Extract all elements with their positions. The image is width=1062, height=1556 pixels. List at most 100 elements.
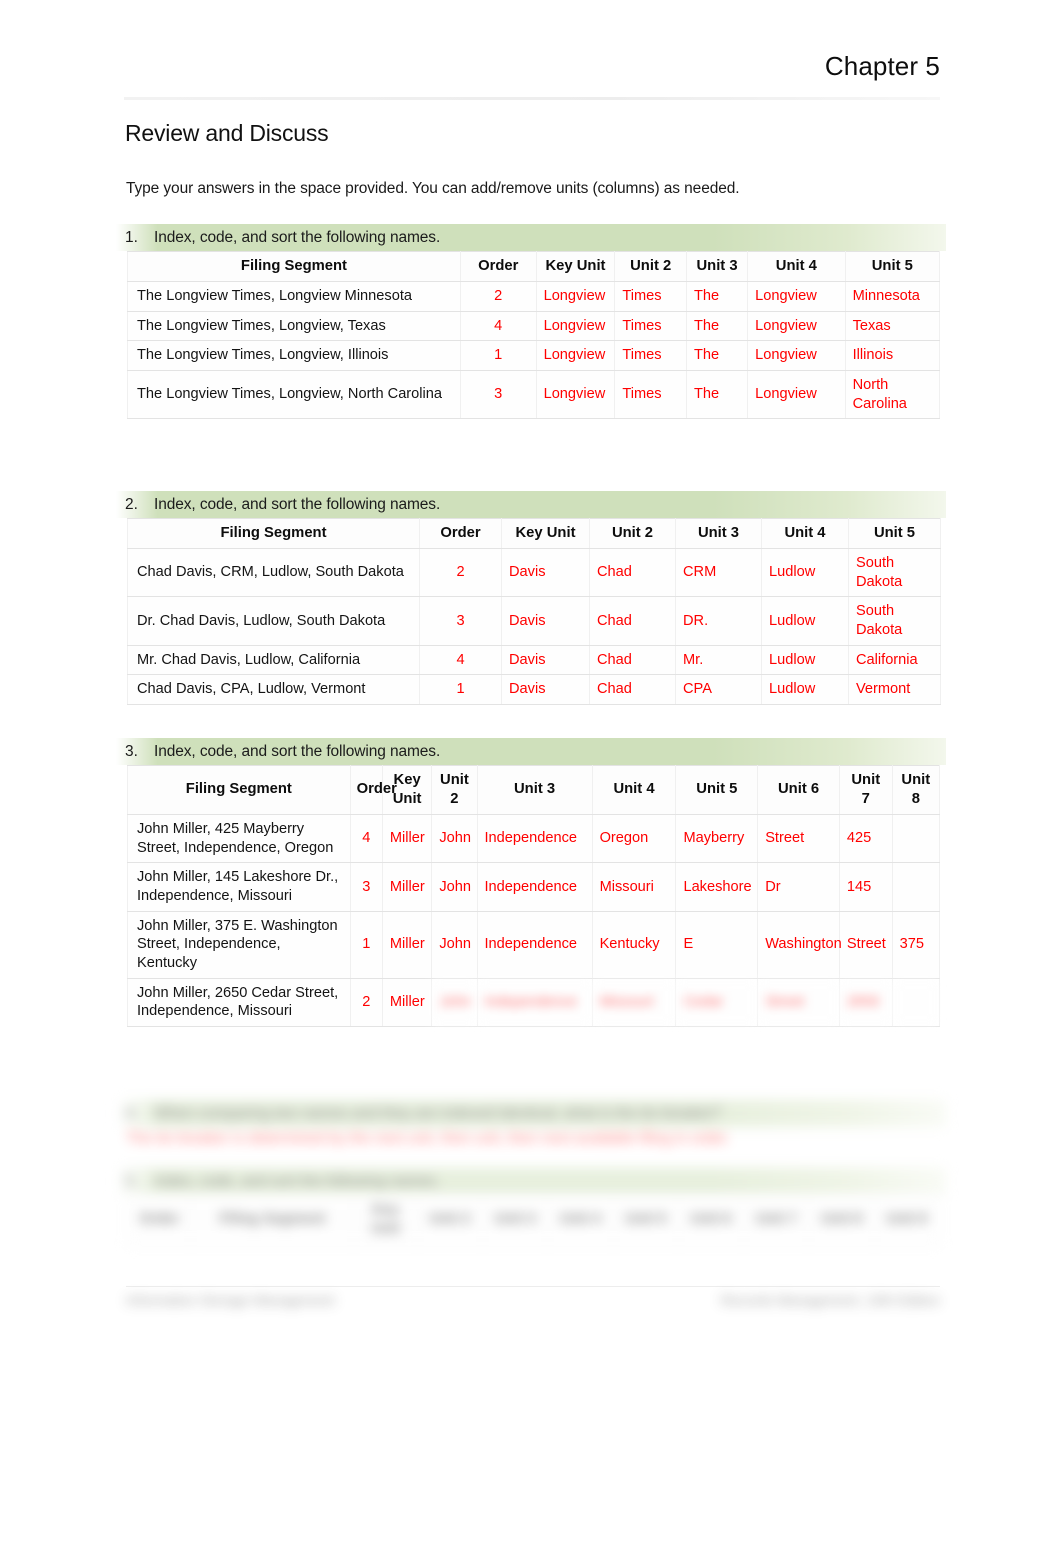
cell-order[interactable]: 3 — [459, 369, 537, 420]
cell-unit-4[interactable]: Ludlow — [761, 596, 849, 646]
cell-unit-5[interactable]: Minnesota — [844, 280, 941, 312]
cell-unit-2[interactable]: Times — [614, 310, 687, 342]
cell-unit-7[interactable]: 2650 — [838, 977, 893, 1027]
cell-unit-3[interactable]: Independence — [476, 862, 593, 912]
cell-order[interactable]: 1 — [349, 910, 383, 979]
cell-unit-7[interactable]: Street — [838, 910, 893, 979]
cell-key-unit[interactable]: Longview — [535, 340, 616, 371]
cell-key-unit[interactable]: Miller — [381, 910, 433, 979]
question-banner-1: 1. Index, code, and sort the following n… — [116, 224, 946, 251]
cell-unit-2[interactable]: Chad — [589, 644, 676, 676]
cell-unit-8[interactable]: 375 — [891, 910, 941, 979]
question-banner-2: 2. Index, code, and sort the following n… — [116, 491, 946, 518]
indexing-table-2: Filing Segment Order Key Unit Unit 2 Uni… — [127, 518, 941, 705]
question-prompt-1: Index, code, and sort the following name… — [154, 228, 441, 246]
cell-unit-5[interactable]: Lakeshore — [675, 862, 759, 912]
cell-order[interactable]: 3 — [349, 862, 383, 912]
question-prompt-4: When comparing two names and they are in… — [154, 1104, 722, 1122]
cell-order[interactable]: 2 — [419, 547, 502, 598]
cell-key-unit[interactable]: Miller — [381, 977, 433, 1027]
cell-unit-6[interactable]: Dr — [757, 862, 840, 912]
cell-key-unit[interactable]: Davis — [501, 644, 590, 676]
cell-unit-6[interactable]: Street — [757, 977, 840, 1027]
cell-unit-3[interactable]: The — [685, 310, 749, 342]
cell-unit-3[interactable]: The — [685, 280, 749, 312]
cell-unit-8[interactable] — [891, 977, 941, 1027]
cell-unit-2[interactable]: John — [431, 977, 478, 1027]
cell-unit-3[interactable]: Independence — [476, 910, 593, 979]
cell-unit-2[interactable]: John — [431, 813, 478, 864]
cell-unit-8[interactable] — [891, 813, 941, 864]
cell-order[interactable]: 4 — [459, 310, 537, 342]
cell-key-unit[interactable]: Longview — [535, 280, 616, 312]
cell-key-unit[interactable]: Miller — [381, 813, 433, 864]
cell-unit-4[interactable]: Ludlow — [761, 547, 849, 598]
cell-unit-4[interactable]: Longview — [747, 280, 846, 312]
cell-order[interactable]: 2 — [349, 977, 383, 1027]
page-footer: Information Storage Management Records M… — [126, 1292, 940, 1308]
cell-unit-2[interactable]: Times — [614, 280, 687, 312]
cell-unit-5[interactable]: E — [675, 910, 759, 979]
cell-unit-4[interactable]: Ludlow — [761, 674, 849, 705]
cell-unit-7[interactable]: 425 — [838, 813, 893, 864]
cell-unit-6[interactable]: Street — [757, 813, 840, 864]
cell-unit-3[interactable]: Mr. — [675, 644, 762, 676]
cell-filing-segment: The Longview Times, Longview Minnesota — [127, 280, 461, 312]
cell-key-unit[interactable]: Davis — [501, 674, 590, 705]
cell-unit-2[interactable]: Chad — [589, 596, 676, 646]
cell-unit-5[interactable]: Texas — [844, 310, 941, 342]
cell-unit-8[interactable] — [891, 862, 941, 912]
cell-unit-2[interactable]: Times — [614, 369, 687, 420]
cell-unit-3[interactable]: The — [685, 369, 749, 420]
cell-unit-5[interactable]: Cedar — [675, 977, 759, 1027]
cell-unit-4[interactable]: Longview — [747, 369, 846, 420]
cell-unit-4[interactable]: Longview — [747, 310, 846, 342]
cell-unit-3[interactable]: The — [685, 340, 749, 371]
cell-unit-3[interactable]: CRM — [675, 547, 762, 598]
cell-unit-5[interactable]: South Dakota — [848, 596, 941, 646]
cell-unit-5[interactable]: North Carolina — [844, 369, 941, 420]
cell-order[interactable]: 3 — [419, 596, 502, 646]
cell-unit-3[interactable]: Independence — [476, 977, 593, 1027]
cell-unit-2[interactable]: Chad — [589, 547, 676, 598]
cell-unit-2[interactable]: John — [431, 910, 478, 979]
table-row: Dr. Chad Davis, Ludlow, South Dakota 3 D… — [127, 596, 941, 646]
footer-left-text: Information Storage Management — [126, 1292, 335, 1308]
cell-order[interactable]: 1 — [459, 340, 537, 371]
cell-unit-4[interactable]: Oregon — [591, 813, 677, 864]
cell-unit-7[interactable]: 145 — [838, 862, 893, 912]
cell-unit-5[interactable]: Illinois — [844, 340, 941, 371]
cell-unit-4[interactable]: Longview — [747, 340, 846, 371]
cell-key-unit[interactable]: Longview — [535, 369, 616, 420]
column-header-unit-3: Unit 3 — [685, 251, 749, 282]
cell-unit-5[interactable]: California — [848, 644, 941, 676]
cell-unit-3[interactable]: Independence — [476, 813, 593, 864]
cell-unit-4[interactable]: Ludlow — [761, 644, 849, 676]
cell-unit-6[interactable]: Washington — [757, 910, 842, 979]
question-answer-4[interactable]: The tie breaker is determined by the nex… — [116, 1127, 946, 1148]
cell-order[interactable]: 4 — [349, 813, 383, 864]
cell-key-unit[interactable]: Miller — [381, 862, 433, 912]
cell-unit-4[interactable]: Kentucky — [591, 910, 677, 979]
cell-unit-5[interactable]: Vermont — [848, 674, 941, 705]
table-row: The Longview Times, Longview, North Caro… — [127, 369, 941, 420]
cell-order[interactable]: 2 — [459, 280, 537, 312]
cell-key-unit[interactable]: Davis — [501, 547, 590, 598]
table-row: John Miller, 2650 Cedar Street, Independ… — [127, 977, 941, 1027]
cell-filing-segment: The Longview Times, Longview, Illinois — [127, 340, 461, 371]
cell-key-unit[interactable]: Davis — [501, 596, 590, 646]
cell-unit-3[interactable]: CPA — [675, 674, 762, 705]
cell-order[interactable]: 4 — [419, 644, 502, 676]
table-header-row: Filing Segment Order Key Unit Unit 2 Uni… — [127, 251, 941, 282]
cell-unit-4[interactable]: Missouri — [591, 977, 677, 1027]
cell-key-unit[interactable]: Longview — [535, 310, 616, 342]
cell-unit-5[interactable]: South Dakota — [848, 547, 941, 598]
indexing-table-1: Filing Segment Order Key Unit Unit 2 Uni… — [127, 251, 941, 420]
cell-order[interactable]: 1 — [419, 674, 502, 705]
cell-unit-5[interactable]: Mayberry — [675, 813, 759, 864]
cell-unit-2[interactable]: Chad — [589, 674, 676, 705]
cell-unit-4[interactable]: Missouri — [591, 862, 677, 912]
cell-unit-3[interactable]: DR. — [675, 596, 762, 646]
cell-unit-2[interactable]: John — [431, 862, 478, 912]
cell-unit-2[interactable]: Times — [614, 340, 687, 371]
